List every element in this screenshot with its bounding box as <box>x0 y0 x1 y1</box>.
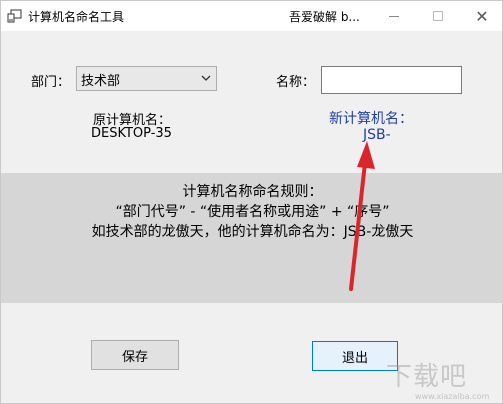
chevron-down-icon <box>200 72 212 84</box>
new-name-label: 新计算机名： <box>329 111 413 127</box>
rules-format: “部门代号” - “使用者名称或用途” + “序号” <box>115 204 390 220</box>
naming-rules-panel: 计算机名称命名规则： “部门代号” - “使用者名称或用途” + “序号” 如技… <box>1 173 503 303</box>
save-button[interactable]: 保存 <box>91 340 179 370</box>
name-input[interactable] <box>321 66 462 94</box>
watermark-logo: 下载吧 <box>386 362 468 392</box>
rules-title: 计算机名称命名规则： <box>182 184 323 200</box>
department-label: 部门： <box>31 75 71 90</box>
new-name-value: JSB- <box>363 127 391 143</box>
close-button[interactable]: ✕ <box>459 1 503 31</box>
title-bar: 计算机名命名工具 吾爱破解 b... ✕ <box>1 1 502 31</box>
rules-example: 如技术部的龙傲天，他的计算机命名为：JSB-龙傲天 <box>91 224 414 240</box>
department-selected-value: 技术部 <box>81 74 121 89</box>
maximize-icon <box>433 11 443 21</box>
close-icon: ✕ <box>475 6 489 26</box>
app-window: 计算机名命名工具 吾爱破解 b... ✕ 部门： 技术部 名称： 原计算机名： … <box>0 0 503 404</box>
minimize-button[interactable] <box>371 1 417 31</box>
window-title-extra: 吾爱破解 b... <box>289 10 360 24</box>
window-title: 计算机名命名工具 <box>28 10 125 24</box>
name-label: 名称： <box>276 75 316 90</box>
maximize-button[interactable] <box>415 1 461 31</box>
department-select[interactable]: 技术部 <box>76 66 217 91</box>
computer-icon <box>7 8 23 24</box>
minimize-icon <box>389 15 399 17</box>
watermark-url: www.xiazaiba.com <box>415 392 490 401</box>
original-name-value: DESKTOP-35 <box>91 126 172 141</box>
